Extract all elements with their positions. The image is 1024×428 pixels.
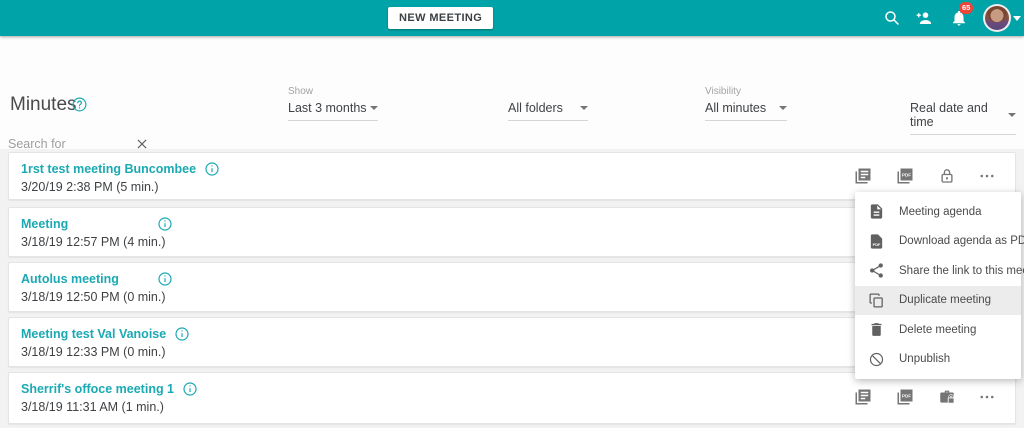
minutes-copy-icon[interactable] xyxy=(854,388,872,406)
duplicate-icon xyxy=(868,292,885,309)
chevron-down-icon xyxy=(370,106,378,110)
avatar[interactable] xyxy=(983,4,1011,32)
pdf-file-icon: PDF xyxy=(868,233,885,250)
meeting-datetime: 3/18/19 11:31 AM (1 min.) xyxy=(21,400,198,414)
menu-item-download-pdf[interactable]: PDF Download agenda as PDF xyxy=(855,227,1021,257)
more-options-icon[interactable] xyxy=(978,388,996,406)
pdf-icon[interactable]: PDF xyxy=(896,167,914,185)
meeting-title-link[interactable]: Meeting xyxy=(21,217,149,231)
menu-item-label: Unpublish xyxy=(899,353,950,365)
meeting-title-link[interactable]: Sherrif's offoce meeting 1 xyxy=(21,382,174,396)
menu-item-label: Duplicate meeting xyxy=(899,294,991,306)
help-circle-icon[interactable] xyxy=(71,96,88,113)
header-filter-section: Minutes Show Last 3 months All folders V… xyxy=(0,36,1024,149)
info-icon[interactable] xyxy=(204,161,220,177)
svg-text:PDF: PDF xyxy=(873,242,881,247)
visibility-filter-select[interactable]: All minutes xyxy=(705,99,787,121)
info-icon[interactable] xyxy=(182,381,198,397)
menu-item-label: Meeting agenda xyxy=(899,206,981,218)
page-title: Minutes xyxy=(10,94,77,116)
menu-item-label: Share the link to this meeting xyxy=(899,265,1024,277)
unpublish-icon xyxy=(868,351,885,368)
date-mode-value: Real date and time xyxy=(910,101,1008,129)
svg-text:PDF: PDF xyxy=(902,172,911,177)
chevron-down-icon xyxy=(580,106,588,110)
info-icon[interactable] xyxy=(174,326,190,342)
meeting-datetime: 3/18/19 12:57 PM (4 min.) xyxy=(21,235,173,249)
menu-item-unpublish[interactable]: Unpublish xyxy=(855,345,1021,375)
menu-item-label: Download agenda as PDF xyxy=(899,235,1024,247)
lock-icon[interactable] xyxy=(938,167,956,185)
meeting-title-link[interactable]: 1rst test meeting Buncombee xyxy=(21,162,196,176)
notification-badge: 65 xyxy=(959,2,973,14)
menu-item-share-link[interactable]: Share the link to this meeting xyxy=(855,256,1021,286)
meeting-title-link[interactable]: Autolus meeting xyxy=(21,272,149,286)
show-filter-select[interactable]: Last 3 months xyxy=(288,99,378,121)
folders-filter-value: All folders xyxy=(508,101,563,115)
meeting-datetime: 3/18/19 12:33 PM (0 min.) xyxy=(21,345,190,359)
search-icon[interactable] xyxy=(883,9,901,27)
meeting-title-link[interactable]: Meeting test Val Vanoise xyxy=(21,327,166,341)
row-context-menu: Meeting agenda PDF Download agenda as PD… xyxy=(855,192,1021,379)
clear-search-icon[interactable] xyxy=(135,137,149,151)
caret-down-icon[interactable] xyxy=(1013,16,1021,21)
menu-item-delete-meeting[interactable]: Delete meeting xyxy=(855,315,1021,345)
person-add-icon[interactable] xyxy=(915,9,933,27)
share-icon xyxy=(868,262,885,279)
visibility-filter-value: All minutes xyxy=(705,101,766,115)
new-meeting-button[interactable]: NEW MEETING xyxy=(388,7,493,29)
chevron-down-icon xyxy=(779,106,787,110)
svg-text:PDF: PDF xyxy=(902,393,911,398)
pdf-icon[interactable]: PDF xyxy=(896,388,914,406)
menu-item-label: Delete meeting xyxy=(899,324,976,336)
meeting-row: Sherrif's offoce meeting 1 3/18/19 11:31… xyxy=(8,372,1016,424)
app-bar: NEW MEETING 65 xyxy=(0,0,1024,36)
visibility-filter-label: Visibility xyxy=(705,86,741,97)
info-icon[interactable] xyxy=(157,216,173,232)
minutes-copy-icon[interactable] xyxy=(854,167,872,185)
trash-icon xyxy=(868,321,885,338)
chevron-down-icon xyxy=(1008,113,1016,117)
meeting-datetime: 3/20/19 2:38 PM (5 min.) xyxy=(21,180,220,194)
menu-item-duplicate-meeting[interactable]: Duplicate meeting xyxy=(855,286,1021,316)
document-icon xyxy=(868,203,885,220)
meeting-datetime: 3/18/19 12:50 PM (0 min.) xyxy=(21,290,173,304)
show-filter-label: Show xyxy=(288,86,313,97)
show-filter-value: Last 3 months xyxy=(288,101,367,115)
folders-filter-select[interactable]: All folders xyxy=(508,99,588,121)
date-mode-select[interactable]: Real date and time xyxy=(910,99,1016,135)
briefcase-lock-icon[interactable] xyxy=(938,388,956,406)
info-icon[interactable] xyxy=(157,271,173,287)
menu-item-meeting-agenda[interactable]: Meeting agenda xyxy=(855,197,1021,227)
more-options-icon[interactable] xyxy=(978,167,996,185)
minutes-page: NEW MEETING 65 Minutes Show Last 3 month… xyxy=(0,0,1024,428)
